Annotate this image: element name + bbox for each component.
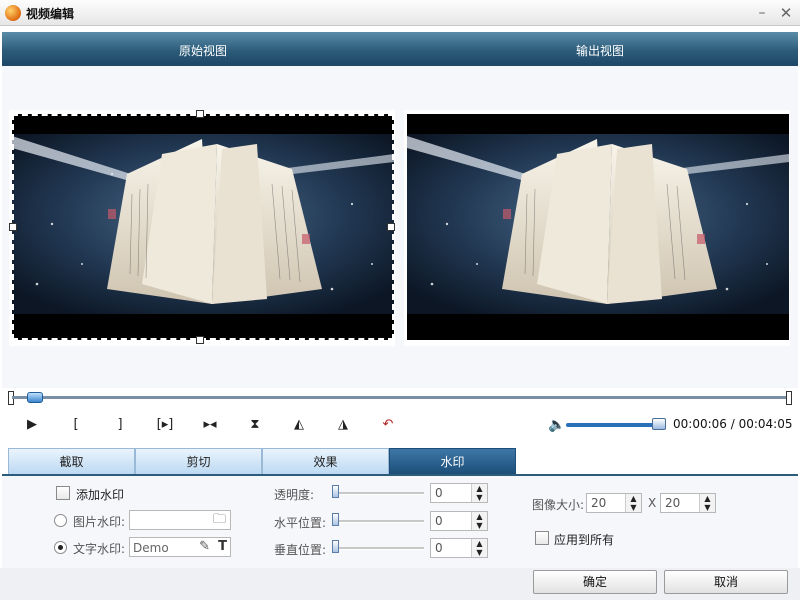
- spinner-arrows-icon[interactable]: ▲ ▼: [471, 512, 487, 530]
- volume-icon[interactable]: 🔈: [548, 417, 565, 433]
- edit-tabs: 截取 剪切 效果 水印: [8, 448, 792, 474]
- mark-out-icon: ]: [117, 417, 123, 432]
- timeline-end-cap: [786, 391, 792, 405]
- size-separator: X: [648, 496, 657, 510]
- minimize-button[interactable]: –: [752, 3, 772, 23]
- vertical-position-slider[interactable]: [332, 547, 424, 550]
- pen-icon[interactable]: ✎: [199, 538, 210, 556]
- horizontal-position-spinner[interactable]: 0 ▲ ▼: [430, 511, 488, 531]
- mark-in-button[interactable]: [: [64, 414, 88, 436]
- transparency-spinner[interactable]: 0 ▲ ▼: [430, 483, 488, 503]
- vertical-position-label: 垂直位置:: [274, 543, 327, 557]
- vertical-position-spinner[interactable]: 0 ▲ ▼: [430, 538, 488, 558]
- vertical-position-value: 0: [435, 541, 443, 555]
- tab-effect[interactable]: 效果: [262, 448, 389, 474]
- undo-icon: ↶: [382, 417, 394, 432]
- dialog-footer: 确定 取消: [0, 568, 800, 600]
- output-video-frame: [407, 114, 789, 340]
- split-button[interactable]: [▸]: [153, 414, 177, 436]
- horizontal-position-value: 0: [435, 514, 443, 528]
- spinner-arrows-icon[interactable]: ▲ ▼: [625, 494, 641, 512]
- image-size-label: 图像大小:: [532, 498, 585, 512]
- output-preview-panel: [404, 110, 790, 346]
- vertical-position-thumb[interactable]: [332, 540, 339, 553]
- mark-in-icon: [: [73, 417, 79, 432]
- transparency-slider[interactable]: [332, 492, 424, 495]
- preview-area: [2, 66, 798, 388]
- apply-to-all-checkbox[interactable]: [535, 531, 549, 545]
- image-height-spinner[interactable]: 20 ▲ ▼: [660, 493, 716, 513]
- crop-handle-right[interactable]: [387, 223, 395, 231]
- image-height-value: 20: [665, 496, 681, 510]
- split-icon: [▸]: [156, 417, 174, 432]
- original-view-label: 原始视图: [179, 44, 228, 58]
- spinner-arrows-icon[interactable]: ▲ ▼: [471, 484, 487, 502]
- timeline-track[interactable]: [12, 396, 788, 399]
- mirror-button[interactable]: ◮: [331, 414, 355, 436]
- undo-button[interactable]: ↶: [376, 414, 400, 436]
- playback-controls: ▶ [ ] [▸] ▸◂ ⧗ ◭ ◮ ↶ 🔈 00:00:06 / 00:04:…: [0, 408, 800, 444]
- view-header: 原始视图 输出视图: [2, 32, 798, 66]
- volume-track[interactable]: [566, 423, 666, 427]
- horizontal-position-slider[interactable]: [332, 520, 424, 523]
- ok-button[interactable]: 确定: [533, 570, 657, 594]
- video-frame-image: [12, 114, 394, 340]
- close-button[interactable]: ✕: [776, 3, 796, 23]
- title-bar: 视频编辑 – ✕: [0, 0, 800, 26]
- spinner-arrows-icon[interactable]: ▲ ▼: [471, 539, 487, 557]
- image-watermark-radio[interactable]: [54, 514, 67, 527]
- flip-button[interactable]: ◭: [287, 414, 311, 436]
- volume-thumb[interactable]: [652, 418, 666, 430]
- watermark-text-value: Demo: [133, 541, 169, 555]
- tab-watermark[interactable]: 水印: [389, 448, 516, 474]
- image-width-spinner[interactable]: 20 ▲ ▼: [586, 493, 642, 513]
- add-watermark-label: 添加水印: [76, 488, 125, 502]
- next-frame-icon: ▸◂: [203, 417, 217, 432]
- crop-vertical-icon: ⧗: [250, 417, 260, 432]
- output-frame-image: [407, 114, 789, 340]
- transparency-label: 透明度:: [274, 488, 315, 502]
- flip-icon: ◭: [294, 417, 304, 432]
- mark-out-button[interactable]: ]: [108, 414, 132, 436]
- original-video-frame[interactable]: [12, 114, 394, 340]
- folder-icon[interactable]: 🗀: [213, 511, 226, 529]
- transparency-thumb[interactable]: [332, 485, 339, 498]
- spinner-arrows-icon[interactable]: ▲ ▼: [699, 494, 715, 512]
- mirror-icon: ◮: [338, 417, 348, 432]
- time-readout: 00:00:06 / 00:04:05: [673, 417, 793, 431]
- horizontal-position-label: 水平位置:: [274, 516, 327, 530]
- font-icon[interactable]: T: [218, 538, 227, 556]
- tab-crop[interactable]: 剪切: [135, 448, 262, 474]
- horizontal-position-thumb[interactable]: [332, 513, 339, 526]
- app-icon: [5, 5, 21, 21]
- apply-to-all-label: 应用到所有: [554, 533, 615, 547]
- text-watermark-label: 文字水印:: [73, 542, 126, 556]
- text-watermark-radio[interactable]: [54, 541, 67, 554]
- image-width-value: 20: [591, 496, 607, 510]
- play-button[interactable]: ▶: [20, 414, 44, 436]
- watermark-text-input[interactable]: Demo ✎ T: [129, 537, 231, 557]
- next-frame-button[interactable]: ▸◂: [198, 414, 222, 436]
- tab-trim[interactable]: 截取: [8, 448, 135, 474]
- timeline-slider[interactable]: [8, 391, 792, 405]
- cancel-button[interactable]: 取消: [664, 570, 788, 594]
- timeline-thumb[interactable]: [27, 392, 43, 403]
- original-preview-panel: [9, 110, 395, 346]
- image-watermark-label: 图片水印:: [73, 515, 126, 529]
- crop-vertical-button[interactable]: ⧗: [243, 414, 267, 436]
- crop-handle-bottom[interactable]: [196, 336, 204, 344]
- crop-handle-top[interactable]: [196, 110, 204, 118]
- image-path-field[interactable]: 🗀: [129, 510, 231, 530]
- crop-handle-left[interactable]: [9, 223, 17, 231]
- add-watermark-checkbox[interactable]: [56, 486, 70, 500]
- window-title: 视频编辑: [26, 7, 75, 21]
- play-icon: ▶: [27, 417, 37, 432]
- transparency-value: 0: [435, 486, 443, 500]
- output-view-label: 输出视图: [576, 44, 625, 58]
- watermark-settings: 添加水印 图片水印: 🗀 文字水印: Demo ✎ T 透明度: 0 ▲ ▼ 水平…: [2, 474, 798, 568]
